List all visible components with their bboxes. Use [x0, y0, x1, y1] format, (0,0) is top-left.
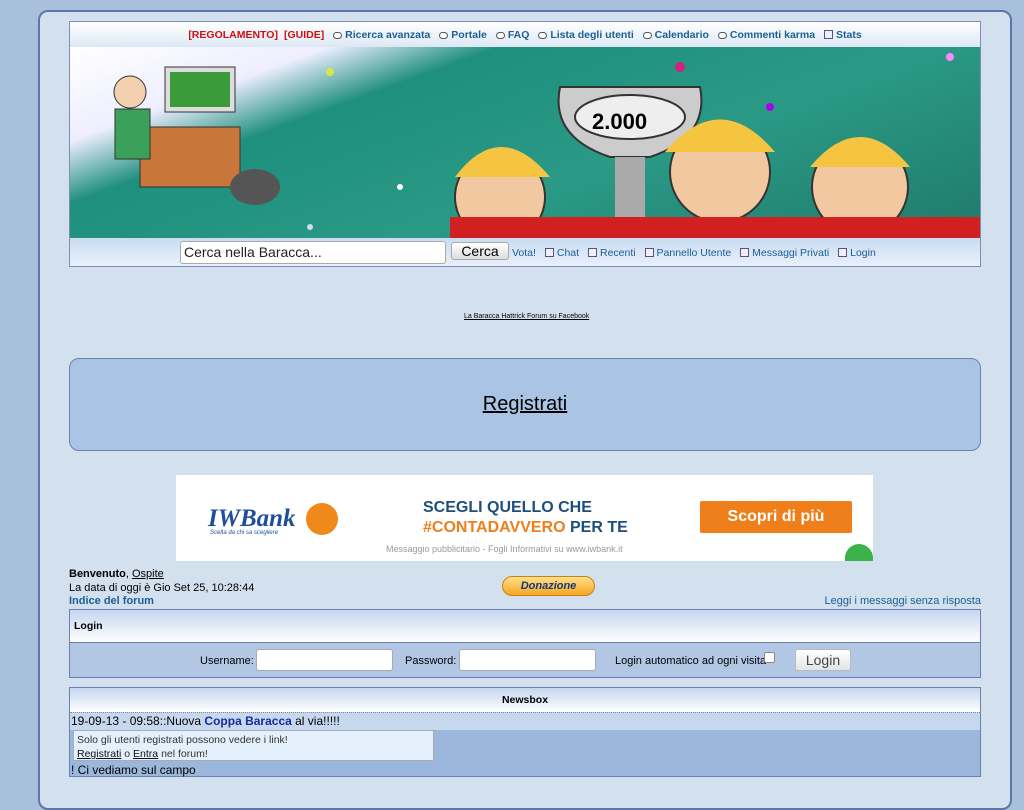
- ad-disclaimer: Messaggio pubblicitario - Fogli Informat…: [386, 544, 623, 554]
- adchoices-icon[interactable]: [845, 544, 873, 561]
- bubble-icon: [538, 31, 548, 39]
- welcome-block: Benvenuto, Ospite La data di oggi è Gio …: [69, 568, 255, 594]
- link-label: Messaggi Privati: [752, 247, 830, 259]
- link-chat[interactable]: Chat: [544, 247, 580, 259]
- nav-label: Stats: [835, 29, 862, 41]
- link-recenti[interactable]: Recenti: [587, 247, 636, 259]
- news-item: 19-09-13 - 09:58::Nuova Coppa Baracca al…: [70, 713, 980, 730]
- username-field[interactable]: [256, 649, 393, 671]
- nav-calendario[interactable]: Calendario: [642, 29, 709, 41]
- link-pannello-utente[interactable]: Pannello Utente: [644, 247, 732, 259]
- notice-or: o: [121, 748, 134, 760]
- notice-tail: nel forum!: [158, 748, 208, 760]
- login-icon: [838, 248, 848, 257]
- ad-brand: IWBank: [208, 505, 296, 532]
- top-nav: [REGOLAMENTO] [GUIDE] Ricerca avanzata Po…: [69, 21, 981, 47]
- nav-label: Calendario: [654, 29, 709, 41]
- user-link[interactable]: Ospite: [132, 568, 164, 580]
- nav-label: Portale: [451, 29, 487, 41]
- auto-login-checkbox[interactable]: [764, 652, 775, 663]
- nav-label: Ricerca avanzata: [345, 29, 431, 41]
- auto-login-label: Login automatico ad ogni visita: [615, 655, 767, 667]
- news-date: 19-09-13 - 09:58::Nuova: [71, 714, 205, 728]
- login-button[interactable]: Login: [795, 649, 851, 671]
- iwbank-logo-icon: [306, 503, 338, 535]
- register-link[interactable]: Registrati: [483, 393, 567, 415]
- link-login[interactable]: Login: [838, 247, 876, 259]
- nav-faq[interactable]: FAQ: [495, 29, 530, 41]
- news-next-line: ! Ci vediamo sul campo: [71, 763, 196, 777]
- forum-index-link[interactable]: Indice del forum: [69, 595, 154, 607]
- nav-commenti-karma[interactable]: Commenti karma: [717, 29, 816, 41]
- nav-label: FAQ: [507, 29, 530, 41]
- newsbox: Newsbox 19-09-13 - 09:58::Nuova Coppa Ba…: [69, 687, 981, 777]
- welcome-greeting: Benvenuto: [69, 568, 126, 580]
- login-form: Username: Password: Login automatico ad …: [69, 643, 981, 678]
- link-label: Login: [850, 247, 876, 259]
- notice-text: Solo gli utenti registrati possono veder…: [77, 734, 288, 746]
- chat-icon: [544, 248, 554, 257]
- nav-regolamento[interactable]: [REGOLAMENTO]: [188, 29, 278, 41]
- nav-portale[interactable]: Portale: [439, 29, 487, 41]
- banner-illustration: 2.000: [113, 53, 980, 238]
- nav-guide[interactable]: [GUIDE]: [284, 29, 324, 41]
- ad-headline2: PER TE: [569, 519, 628, 536]
- link-messaggi-privati[interactable]: Messaggi Privati: [740, 247, 829, 259]
- bubble-icon: [495, 31, 505, 39]
- link-vota[interactable]: Vota!: [512, 247, 536, 259]
- link-label: Chat: [556, 247, 580, 259]
- link-label: Pannello Utente: [656, 247, 732, 259]
- search-bar: Cerca nella Baracca... Cerca Vota! Chat …: [69, 238, 981, 267]
- bubble-icon: [439, 31, 449, 39]
- login-header: Login: [69, 609, 981, 643]
- advertisement[interactable]: IWBank Scelta da chi sa scegliere SCEGLI…: [176, 475, 873, 561]
- forum-banner[interactable]: 2.000: [69, 47, 981, 238]
- unanswered-link[interactable]: Leggi i messaggi senza risposta: [824, 595, 981, 607]
- facebook-link[interactable]: La Baracca Hattrick Forum su Facebook: [464, 313, 589, 320]
- search-input[interactable]: Cerca nella Baracca...: [180, 241, 446, 264]
- enter-link[interactable]: Entra: [133, 748, 158, 760]
- cup-text: 2.000: [592, 109, 647, 134]
- bubble-icon: [717, 31, 727, 39]
- register-link[interactable]: Registrati: [77, 748, 121, 760]
- bubble-icon: [333, 31, 343, 39]
- nav-ricerca-avanzata[interactable]: Ricerca avanzata: [333, 29, 430, 41]
- donate-button[interactable]: Donazione: [502, 576, 595, 596]
- register-box: Registrati: [69, 358, 981, 451]
- stats-icon: [823, 30, 833, 39]
- username-label: Username:: [200, 655, 254, 667]
- news-highlight: Coppa Baracca: [204, 714, 292, 728]
- ad-headline1: SCEGLI QUELLO CHE: [423, 499, 592, 516]
- message-icon: [740, 248, 750, 257]
- document-icon: [587, 248, 597, 257]
- nav-label: Lista degli utenti: [550, 29, 634, 41]
- search-button[interactable]: Cerca: [451, 242, 509, 260]
- nav-stats[interactable]: Stats: [823, 29, 862, 41]
- user-icon: [644, 248, 654, 257]
- nav-lista-utenti[interactable]: Lista degli utenti: [538, 29, 634, 41]
- ad-tagline: Scelta da chi sa scegliere: [210, 530, 279, 536]
- nav-label: Commenti karma: [729, 29, 816, 41]
- registered-only-notice: Solo gli utenti registrati possono veder…: [73, 730, 434, 761]
- password-label: Password:: [405, 655, 457, 667]
- ad-cta-button[interactable]: Scopri di più: [700, 501, 852, 533]
- news-suffix: al via!!!!!: [291, 714, 340, 728]
- link-label: Recenti: [599, 247, 636, 259]
- current-date: La data di oggi è Gio Set 25, 10:28:44: [69, 582, 255, 594]
- bubble-icon: [642, 31, 652, 39]
- password-field[interactable]: [459, 649, 596, 671]
- ad-hashtag: #CONTADAVVERO: [423, 519, 566, 536]
- newsbox-title: Newsbox: [70, 688, 980, 713]
